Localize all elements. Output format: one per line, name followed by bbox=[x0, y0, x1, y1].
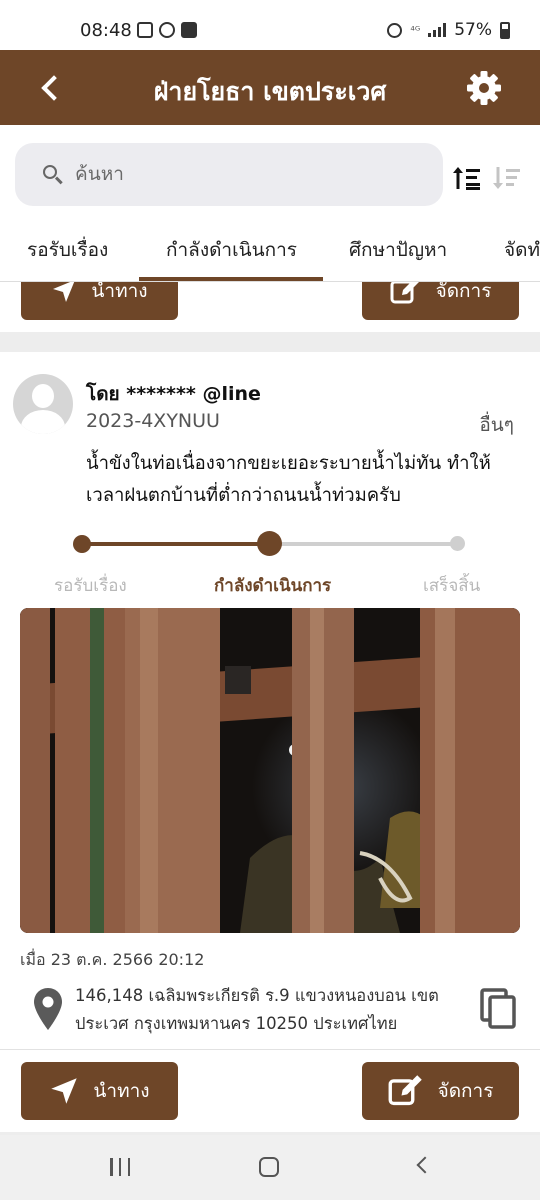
ticket-id: 2023-4XYNUU bbox=[86, 410, 220, 432]
alarm-icon bbox=[387, 22, 403, 38]
edit-icon bbox=[388, 1075, 422, 1106]
app-screen: 08:48 ⁴ᴳ 57% ฝ่ายโยธา เขตประเวศ ค้นหา รอ… bbox=[0, 0, 540, 1200]
gallery-icon bbox=[137, 22, 153, 38]
manage-button[interactable]: จัดการ bbox=[362, 1062, 519, 1120]
complaint-card[interactable]: โดย ******* @line 2023-4XYNUU อื่นๆ น้ำข… bbox=[0, 352, 540, 1132]
step-label-waiting: รอรับเรื่อง bbox=[54, 576, 127, 596]
previous-card: นำทาง จัดการ bbox=[0, 282, 540, 332]
manage-button-prev[interactable]: จัดการ bbox=[362, 282, 519, 320]
divider bbox=[0, 1049, 540, 1050]
search-box[interactable] bbox=[15, 143, 443, 206]
status-tabs: รอรับเรื่อง กำลังดำเนินการ ศึกษาปัญหา จั… bbox=[0, 225, 540, 282]
navigate-button-prev[interactable]: นำทาง bbox=[21, 282, 178, 320]
facebook-messenger-icon bbox=[159, 22, 175, 38]
category-label: อื่นๆ bbox=[479, 414, 514, 436]
battery-icon bbox=[500, 21, 510, 39]
manage-label: จัดการ bbox=[437, 1080, 494, 1102]
status-time: 08:48 bbox=[80, 20, 132, 41]
edit-icon bbox=[390, 282, 419, 304]
address-text: 146,148 เฉลิมพระเกียรติ ร.9 แขวงหนองบอน … bbox=[75, 986, 439, 1033]
navigation-arrow-icon bbox=[51, 1078, 78, 1104]
copy-icon[interactable] bbox=[480, 988, 518, 1030]
tab-investigating[interactable]: ศึกษาปัญหา bbox=[349, 235, 447, 281]
progress-fill bbox=[82, 542, 270, 546]
avatar bbox=[13, 374, 73, 434]
sort-descending-icon[interactable] bbox=[492, 165, 522, 191]
report-timestamp: เมื่อ 23 ต.ค. 2566 20:12 bbox=[20, 950, 205, 969]
manage-label: จัดการ bbox=[435, 282, 492, 302]
search-area bbox=[0, 125, 540, 225]
status-right: ⁴ᴳ 57% bbox=[387, 20, 510, 40]
status-bar: 08:48 ⁴ᴳ 57% bbox=[0, 0, 540, 50]
signal-icon bbox=[428, 23, 447, 37]
recent-apps-icon[interactable] bbox=[110, 1158, 130, 1176]
complaint-photo[interactable] bbox=[20, 608, 520, 933]
search-icon bbox=[43, 165, 57, 179]
step-label-completed: เสร็จสิ้น bbox=[423, 576, 481, 596]
navigate-label: นำทาง bbox=[93, 1080, 150, 1102]
home-icon[interactable] bbox=[259, 1157, 279, 1177]
chevron-left-icon bbox=[41, 75, 67, 101]
gear-icon[interactable] bbox=[466, 70, 502, 106]
navigation-arrow-icon bbox=[53, 282, 75, 302]
tab-arranging[interactable]: จัดทำ bbox=[504, 235, 540, 281]
navigate-button[interactable]: นำทาง bbox=[21, 1062, 178, 1120]
step-dot-in-progress bbox=[257, 531, 282, 556]
facebook-icon bbox=[181, 22, 197, 38]
tab-in-progress[interactable]: กำลังดำเนินการ bbox=[139, 235, 323, 281]
complaint-description: น้ำขังในท่อเนื่องจากขยะเยอะระบายน้ำไม่ทั… bbox=[86, 453, 491, 506]
reporter-name: โดย ******* @line bbox=[86, 383, 261, 405]
location-pin-icon bbox=[34, 988, 62, 1030]
network-type-icon: ⁴ᴳ bbox=[410, 23, 421, 37]
battery-percent: 57% bbox=[454, 20, 492, 40]
sort-ascending-icon[interactable] bbox=[452, 165, 482, 191]
search-input[interactable] bbox=[75, 153, 425, 195]
step-dot-completed bbox=[450, 536, 465, 551]
system-back-icon[interactable] bbox=[416, 1156, 434, 1174]
back-button[interactable] bbox=[30, 68, 70, 108]
step-label-in-progress: กำลังดำเนินการ bbox=[214, 576, 332, 596]
tab-waiting[interactable]: รอรับเรื่อง bbox=[27, 235, 108, 281]
app-header: ฝ่ายโยธา เขตประเวศ bbox=[0, 50, 540, 125]
page-title: ฝ่ายโยธา เขตประเวศ bbox=[153, 77, 387, 106]
system-nav-bar bbox=[0, 1135, 540, 1200]
step-dot-waiting bbox=[73, 535, 91, 553]
notification-icons bbox=[137, 22, 197, 38]
navigate-label: นำทาง bbox=[91, 282, 148, 302]
